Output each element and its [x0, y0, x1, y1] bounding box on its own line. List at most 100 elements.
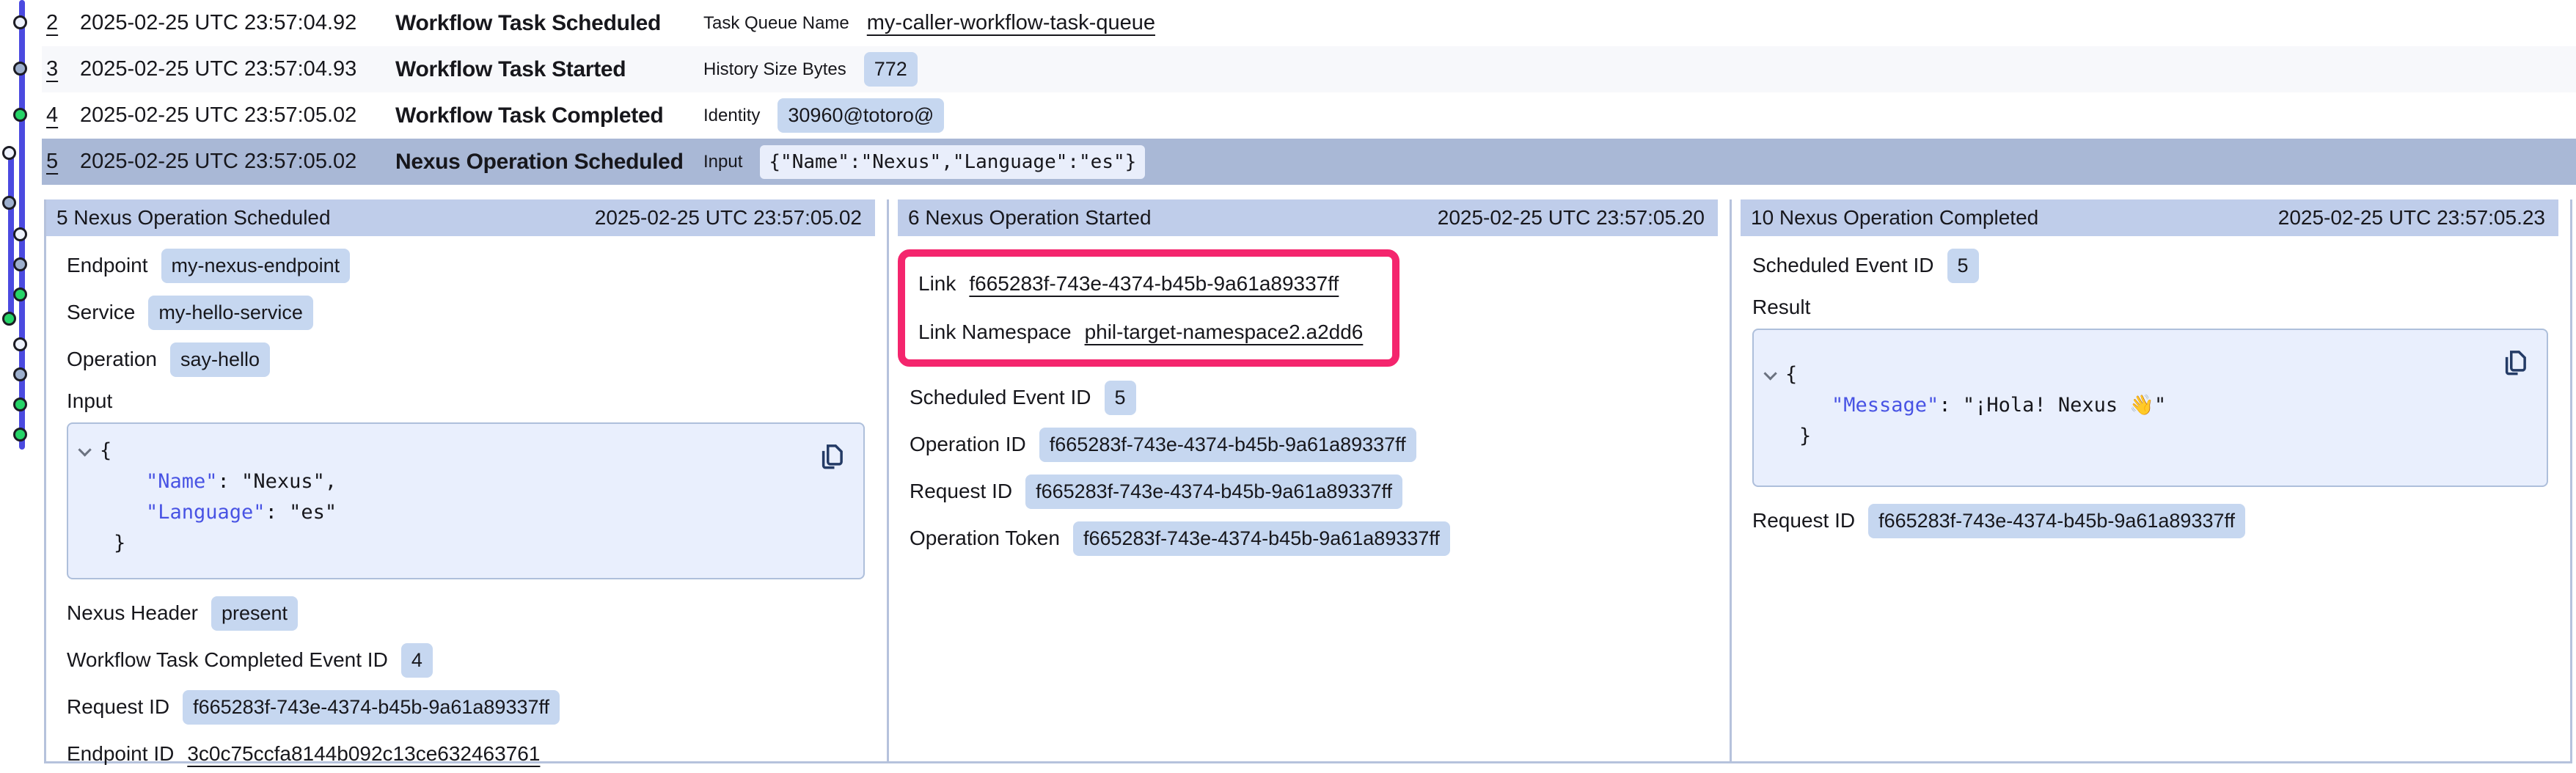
- field-label: Endpoint ID: [67, 742, 174, 766]
- timeline: [0, 0, 43, 773]
- panel-timestamp: 2025-02-25 UTC 23:57:05.23: [2278, 206, 2545, 230]
- event-attr-label: Identity: [703, 106, 760, 126]
- field-label: Operation ID: [910, 433, 1026, 456]
- panel-title: 5 Nexus Operation Scheduled: [56, 206, 331, 230]
- json-line: }: [1764, 421, 2488, 452]
- event-attr-label: Task Queue Name: [703, 13, 849, 34]
- panel-body: Link f665283f-743e-4374-b45b-9a61a89337f…: [889, 236, 1730, 562]
- json-line: "Message": "¡Hola! Nexus 👋": [1764, 390, 2488, 421]
- link-value-link[interactable]: f665283f-743e-4374-b45b-9a61a89337ff: [969, 272, 1339, 296]
- event-input-json-badge: {"Name":"Nexus","Language":"es"}: [760, 145, 1145, 179]
- field-label: Nexus Header: [67, 601, 198, 625]
- endpoint-id-link[interactable]: 3c0c75ccfa8144b092c13ce632463761: [187, 742, 540, 766]
- timeline-event-dot[interactable]: [13, 287, 27, 301]
- event-row-4[interactable]: 4 2025-02-25 UTC 23:57:05.02 Workflow Ta…: [42, 92, 2576, 139]
- event-name: Nexus Operation Scheduled: [395, 150, 703, 175]
- event-attr-value-badge: 30960@totoro@: [777, 98, 944, 133]
- link-namespace-link[interactable]: phil-target-namespace2.a2dd6: [1085, 320, 1364, 344]
- event-row-5-selected[interactable]: 5 2025-02-25 UTC 23:57:05.02 Nexus Opera…: [42, 139, 2576, 185]
- field-label: Request ID: [67, 695, 169, 719]
- panel-body: Scheduled Event ID 5 Result { "Message":…: [1732, 236, 2570, 544]
- event-timestamp: 2025-02-25 UTC 23:57:05.02: [80, 103, 395, 128]
- link-highlight-annotation: Link f665283f-743e-4374-b45b-9a61a89337f…: [898, 249, 1399, 367]
- event-row-2[interactable]: 2 2025-02-25 UTC 23:57:04.92 Workflow Ta…: [42, 0, 2576, 46]
- scheduled-event-id-row: Scheduled Event ID 5: [910, 374, 1708, 421]
- field-label: Endpoint: [67, 254, 148, 277]
- service-row: Service my-hello-service: [67, 289, 865, 336]
- timeline-event-dot[interactable]: [13, 108, 27, 122]
- panel-title: 6 Nexus Operation Started: [908, 206, 1152, 230]
- timeline-event-dot[interactable]: [13, 428, 27, 442]
- nexus-header-row: Nexus Header present: [67, 590, 865, 637]
- json-line: "Name": "Nexus",: [78, 466, 805, 497]
- request-id-row: Request ID f665283f-743e-4374-b45b-9a61a…: [67, 684, 865, 730]
- input-json-viewer: { "Name": "Nexus", "Language": "es" }: [67, 422, 865, 579]
- event-detail-panels: 5 Nexus Operation Scheduled 2025-02-25 U…: [44, 199, 2572, 763]
- timeline-event-dot[interactable]: [2, 146, 16, 160]
- panel-header: 5 Nexus Operation Scheduled 2025-02-25 U…: [46, 199, 875, 236]
- request-id-row: Request ID f665283f-743e-4374-b45b-9a61a…: [1752, 497, 2548, 544]
- field-label: Scheduled Event ID: [1752, 254, 1934, 277]
- field-label: Operation Token: [910, 527, 1060, 550]
- collapse-chevron-icon[interactable]: [1763, 367, 1777, 380]
- result-section-label: Result: [1752, 289, 2548, 326]
- field-label: Workflow Task Completed Event ID: [67, 648, 388, 672]
- event-name: Workflow Task Started: [395, 57, 703, 82]
- field-label: Request ID: [1752, 509, 1855, 532]
- timeline-event-dot[interactable]: [13, 337, 27, 351]
- operation-id-row: Operation ID f665283f-743e-4374-b45b-9a6…: [910, 421, 1708, 468]
- service-badge: my-hello-service: [148, 296, 313, 330]
- event-attr-label: History Size Bytes: [703, 59, 846, 80]
- timeline-event-dot[interactable]: [13, 367, 27, 381]
- input-section-label: Input: [67, 383, 865, 420]
- request-id-badge: f665283f-743e-4374-b45b-9a61a89337ff: [1025, 475, 1402, 509]
- endpoint-badge: my-nexus-endpoint: [161, 249, 351, 283]
- field-label: Scheduled Event ID: [910, 386, 1091, 409]
- json-root-line: {: [1764, 359, 2488, 390]
- wft-completed-event-id-badge: 4: [401, 643, 433, 678]
- event-row-3[interactable]: 3 2025-02-25 UTC 23:57:04.93 Workflow Ta…: [42, 46, 2576, 92]
- field-label: Request ID: [910, 480, 1012, 503]
- json-line: }: [78, 528, 805, 559]
- temporal-event-history-screen: 2 2025-02-25 UTC 23:57:04.92 Workflow Ta…: [0, 0, 2576, 773]
- event-id-link[interactable]: 4: [46, 103, 80, 128]
- timeline-event-dot[interactable]: [13, 15, 27, 29]
- json-root-line: {: [78, 436, 805, 466]
- request-id-row: Request ID f665283f-743e-4374-b45b-9a61a…: [910, 468, 1708, 515]
- event-id-link[interactable]: 3: [46, 57, 80, 81]
- event-id-link[interactable]: 2: [46, 11, 80, 35]
- timeline-event-dot[interactable]: [13, 398, 27, 411]
- copy-icon[interactable]: [2500, 345, 2531, 378]
- event-name: Workflow Task Scheduled: [395, 11, 703, 36]
- collapse-chevron-icon[interactable]: [78, 443, 91, 456]
- timeline-event-dot[interactable]: [2, 312, 16, 326]
- task-queue-link[interactable]: my-caller-workflow-task-queue: [867, 11, 1155, 35]
- event-attr-label: Input: [703, 152, 742, 172]
- timeline-event-dot[interactable]: [2, 196, 16, 210]
- scheduled-event-id-row: Scheduled Event ID 5: [1752, 242, 2548, 289]
- request-id-badge: f665283f-743e-4374-b45b-9a61a89337ff: [1868, 504, 2245, 538]
- panel-timestamp: 2025-02-25 UTC 23:57:05.02: [595, 206, 862, 230]
- timeline-event-dot[interactable]: [13, 62, 27, 76]
- timeline-event-dot[interactable]: [13, 257, 27, 271]
- event-id-link[interactable]: 5: [46, 150, 80, 174]
- scheduled-event-id-badge: 5: [1947, 249, 1979, 283]
- link-row: Link f665283f-743e-4374-b45b-9a61a89337f…: [918, 260, 1377, 308]
- scheduled-event-id-badge: 5: [1105, 381, 1136, 415]
- event-timestamp: 2025-02-25 UTC 23:57:05.02: [80, 150, 395, 174]
- operation-token-row: Operation Token f665283f-743e-4374-b45b-…: [910, 515, 1708, 562]
- copy-icon[interactable]: [816, 439, 847, 472]
- panel-timestamp: 2025-02-25 UTC 23:57:05.20: [1438, 206, 1705, 230]
- event-name: Workflow Task Completed: [395, 103, 703, 128]
- wft-completed-event-id-row: Workflow Task Completed Event ID 4: [67, 637, 865, 684]
- panel-body: Endpoint my-nexus-endpoint Service my-he…: [46, 236, 887, 773]
- panel-nexus-operation-started: 6 Nexus Operation Started 2025-02-25 UTC…: [887, 199, 1730, 761]
- endpoint-row: Endpoint my-nexus-endpoint: [67, 242, 865, 289]
- timeline-event-dot[interactable]: [13, 227, 27, 241]
- link-namespace-row: Link Namespace phil-target-namespace2.a2…: [918, 308, 1377, 356]
- operation-badge: say-hello: [170, 342, 270, 377]
- field-label: Operation: [67, 348, 157, 371]
- timeline-branch-line: [8, 155, 14, 323]
- nexus-header-badge: present: [211, 596, 298, 631]
- operation-id-badge: f665283f-743e-4374-b45b-9a61a89337ff: [1039, 428, 1416, 462]
